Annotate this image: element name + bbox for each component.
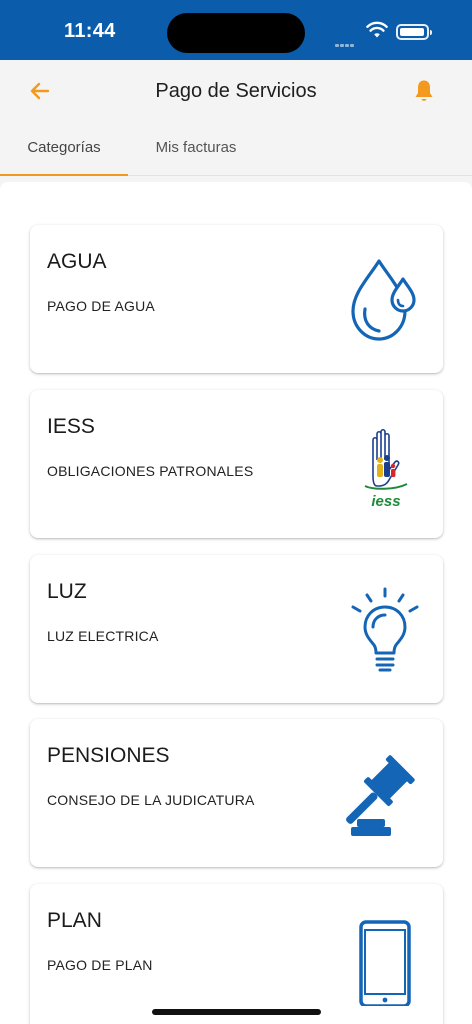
category-title: PENSIONES — [47, 744, 170, 767]
category-list: AGUA PAGO DE AGUA IESS OBLIGACIONES PATR… — [0, 182, 472, 1024]
battery-icon — [396, 24, 432, 40]
dynamic-island — [167, 13, 305, 53]
category-subtitle: OBLIGACIONES PATRONALES — [47, 463, 254, 479]
status-time: 11:44 — [64, 20, 116, 42]
tab-categorias[interactable]: Categorías — [0, 122, 128, 176]
gavel-icon — [346, 755, 415, 836]
smartphone-icon — [359, 920, 411, 1006]
svg-text:iess: iess — [371, 493, 400, 510]
category-title: IESS — [47, 415, 95, 438]
status-bar: 11:44 — [0, 0, 472, 60]
category-card-plan[interactable]: PLAN PAGO DE PLAN — [30, 884, 443, 1024]
category-card-luz[interactable]: LUZ LUZ ELECTRICA — [30, 555, 443, 703]
page-title: Pago de Servicios — [155, 80, 317, 102]
category-title: LUZ — [47, 580, 87, 603]
bell-icon[interactable] — [412, 78, 436, 104]
tab-bar: Categorías Mis facturas — [0, 122, 472, 176]
iess-logo: iess — [364, 428, 408, 510]
wifi-icon — [366, 21, 388, 38]
category-card-agua[interactable]: AGUA PAGO DE AGUA — [30, 225, 443, 373]
tab-mis-facturas[interactable]: Mis facturas — [128, 122, 264, 176]
category-subtitle: CONSEJO DE LA JUDICATURA — [47, 792, 255, 808]
category-subtitle: LUZ ELECTRICA — [47, 628, 159, 644]
category-card-pensiones[interactable]: PENSIONES CONSEJO DE LA JUDICATURA — [30, 719, 443, 867]
category-title: AGUA — [47, 250, 107, 273]
category-card-iess[interactable]: IESS OBLIGACIONES PATRONALES iess — [30, 390, 443, 538]
category-title: PLAN — [47, 909, 102, 932]
light-bulb-icon — [351, 587, 419, 672]
cellular-signal-icon — [335, 34, 355, 52]
category-subtitle: PAGO DE AGUA — [47, 298, 155, 314]
category-subtitle: PAGO DE PLAN — [47, 957, 153, 973]
home-indicator — [152, 1009, 321, 1015]
app-header: Pago de Servicios — [0, 60, 472, 122]
water-drops-icon — [351, 259, 416, 341]
